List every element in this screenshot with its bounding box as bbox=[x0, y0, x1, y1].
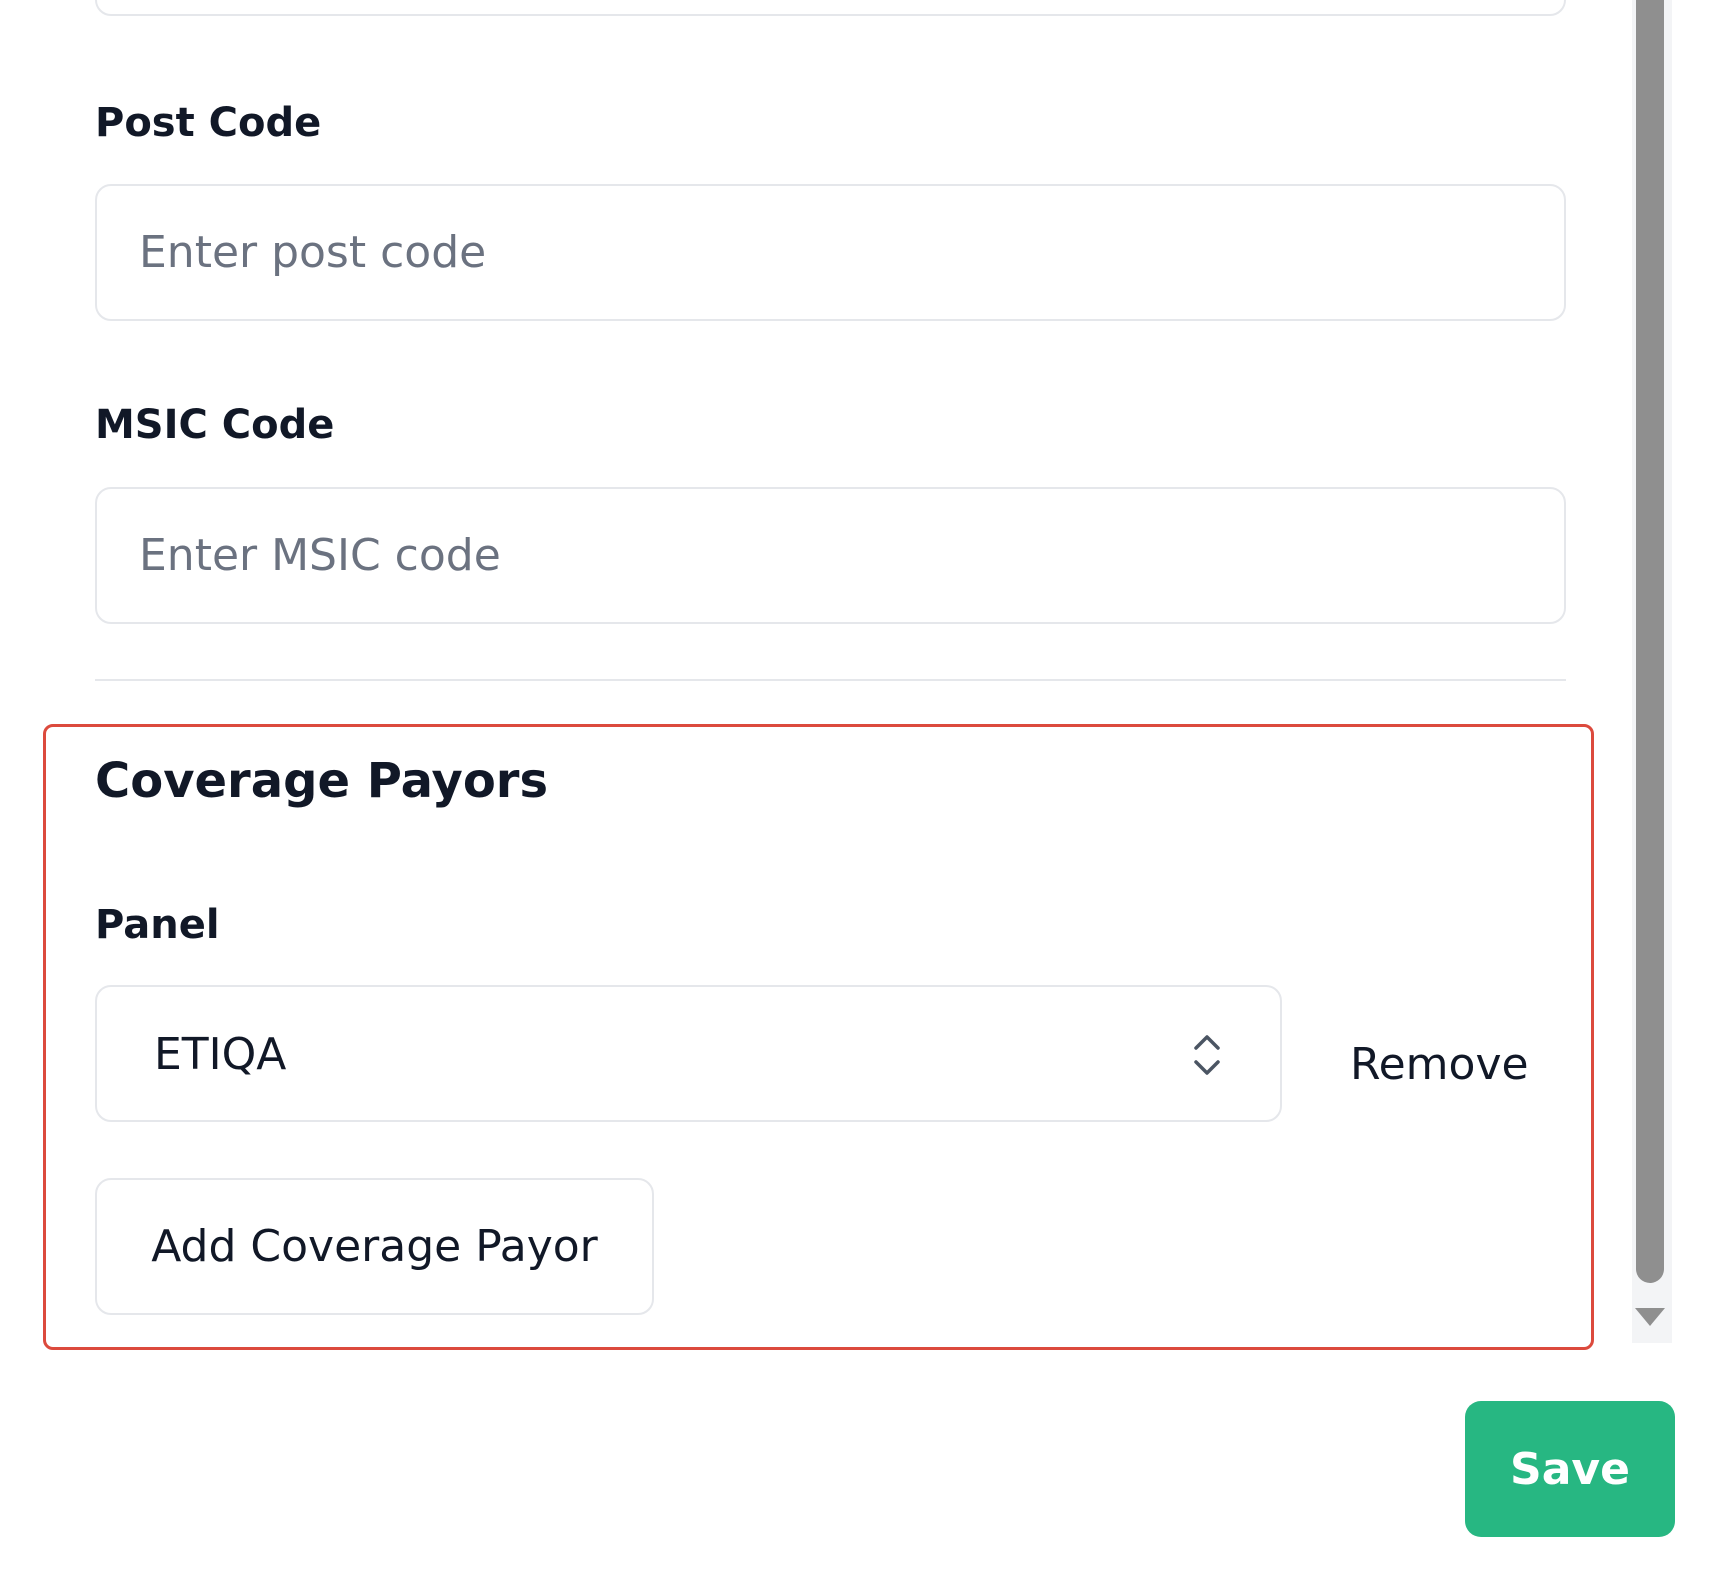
post-code-label: Post Code bbox=[95, 100, 322, 146]
coverage-payors-title: Coverage Payors bbox=[95, 753, 549, 809]
remove-payor-button[interactable]: Remove bbox=[1350, 1043, 1529, 1087]
panel-select[interactable]: ETIQA bbox=[95, 985, 1282, 1122]
post-code-input[interactable]: Enter post code bbox=[95, 184, 1566, 321]
panel-label: Panel bbox=[95, 902, 220, 948]
panel-selected-value: ETIQA bbox=[154, 1029, 287, 1080]
msic-code-placeholder: Enter MSIC code bbox=[139, 530, 501, 581]
post-code-placeholder: Enter post code bbox=[139, 227, 487, 278]
section-divider bbox=[95, 679, 1566, 681]
msic-code-input[interactable]: Enter MSIC code bbox=[95, 487, 1566, 624]
save-button[interactable]: Save bbox=[1465, 1401, 1675, 1537]
triangle-down-icon[interactable] bbox=[1632, 1305, 1668, 1329]
msic-code-label: MSIC Code bbox=[95, 402, 335, 448]
chevron-up-down-icon bbox=[1194, 1035, 1220, 1075]
scrollbar-thumb[interactable] bbox=[1636, 0, 1664, 1283]
add-coverage-payor-button[interactable]: Add Coverage Payor bbox=[95, 1178, 654, 1315]
previous-field-input[interactable] bbox=[95, 0, 1566, 16]
